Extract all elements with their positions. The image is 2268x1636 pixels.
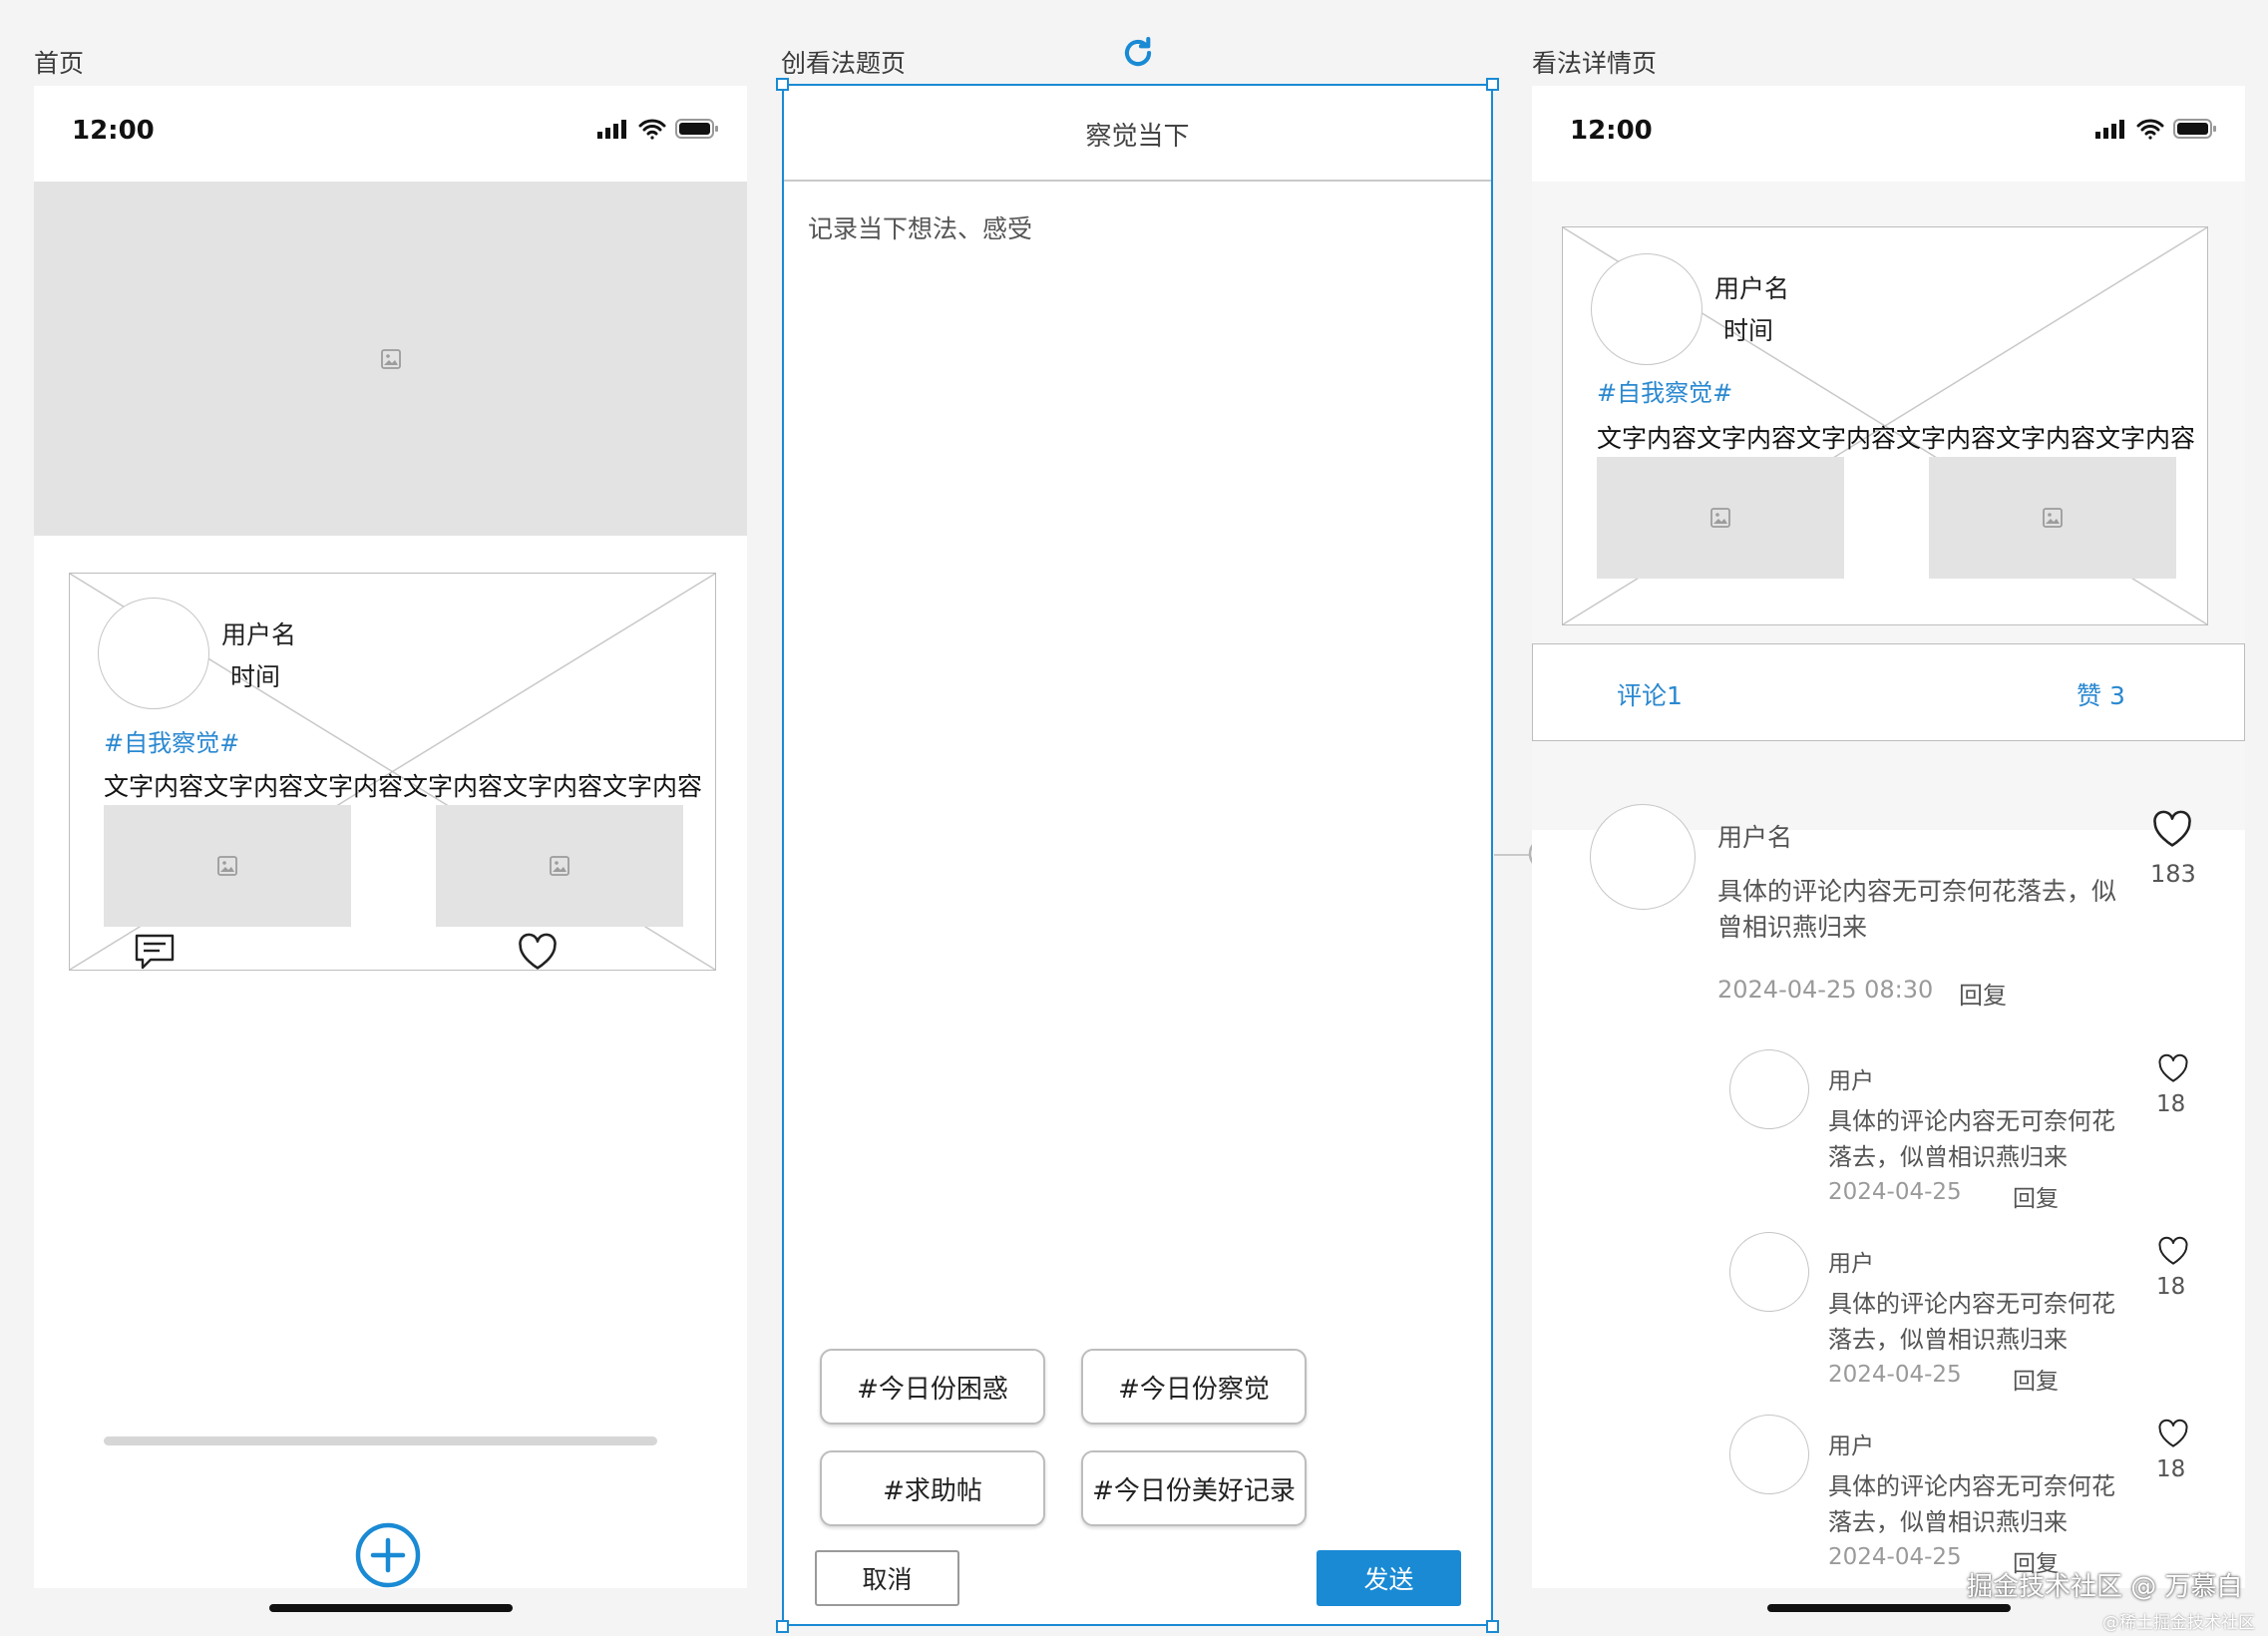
tag-chip-help[interactable]: #求助帖 (820, 1450, 1045, 1526)
frame-label-create: 创看法题页 (781, 49, 907, 78)
reply-avatar[interactable] (1729, 1415, 1809, 1494)
selection-handle[interactable] (1486, 1620, 1499, 1633)
reply-heart-icon[interactable] (2157, 1236, 2189, 1270)
reply-username: 用户 (1828, 1433, 1874, 1459)
cancel-button[interactable]: 取消 (815, 1550, 959, 1606)
reply-text-line-2: 落去，似曾相识燕归来 (1828, 1508, 2068, 1536)
post-time: 时间 (230, 662, 281, 691)
comment-reply-link[interactable]: 回复 (1959, 976, 2007, 1011)
refresh-icon[interactable] (1119, 34, 1157, 72)
detail-post-card: 用户名 时间 #自我察觉# 文字内容文字内容文字内容文字内容文字内容文字内容 (1562, 226, 2208, 625)
home-screen: 12:00 用户名 时间 #自我察觉# 文字内容文字内容文字内容文字内容文字内容… (34, 86, 747, 1630)
frame-label-detail: 看法详情页 (1532, 49, 1658, 78)
comment-text-line-2: 曾相识燕归来 (1717, 913, 1868, 942)
detail-screen: 12:00 用户名 时间 #自我察觉# 文字内容文字内容文字内容文字内容文字内容… (1532, 86, 2245, 1630)
comment-text-line-1: 具体的评论内容无可奈何花落去，似 (1717, 877, 2117, 906)
reply-heart-icon[interactable] (2157, 1419, 2189, 1452)
battery-icon (2173, 119, 2216, 139)
image-icon (1710, 508, 1730, 528)
tag-chip-confusion[interactable]: #今日份困惑 (820, 1349, 1045, 1425)
comment-like-tabs: 评论1 赞 3 (1532, 643, 2245, 741)
image-icon (380, 348, 401, 369)
comment-date: 2024-04-25 08:30 (1717, 976, 1934, 1004)
post-content: 文字内容文字内容文字内容文字内容文字内容文字内容 (1597, 424, 2196, 453)
post-image-1[interactable] (104, 805, 351, 927)
post-card[interactable]: 用户名 时间 #自我察觉# 文字内容文字内容文字内容文字内容文字内容文字内容 (69, 573, 716, 971)
image-icon (550, 856, 569, 876)
scroll-indicator[interactable] (104, 1436, 657, 1445)
comment-icon[interactable] (134, 933, 176, 975)
post-tag[interactable]: #自我察觉# (104, 723, 239, 758)
send-button[interactable]: 发送 (1317, 1550, 1461, 1606)
frame-label-home: 首页 (34, 49, 85, 78)
reply-text-line-2: 落去，似曾相识燕归来 (1828, 1143, 2068, 1171)
comment-heart-icon[interactable] (2151, 810, 2193, 852)
commenter-avatar[interactable] (1590, 804, 1696, 910)
watermark: 掘金技术社区 @ 万慕白 (1967, 1572, 2243, 1602)
signal-icon (597, 120, 626, 139)
signal-icon (2095, 120, 2124, 139)
like-heart-icon[interactable] (517, 933, 559, 975)
thought-input[interactable]: 记录当下想法、感受 (808, 209, 1032, 245)
home-indicator (1767, 1604, 2011, 1612)
post-image-2[interactable] (1929, 457, 2176, 579)
post-image-2[interactable] (436, 805, 683, 927)
reply-like-count: 18 (2156, 1456, 2186, 1482)
banner-image-placeholder (34, 182, 747, 536)
reply-text-line-1: 具体的评论内容无可奈何花 (1828, 1290, 2115, 1318)
reply-text-line-2: 落去，似曾相识燕归来 (1828, 1326, 2068, 1354)
reply-date: 2024-04-25 (1828, 1362, 1962, 1388)
watermark-small: @稀土掘金技术社区 (2102, 1613, 2255, 1633)
create-title: 察觉当下 (1085, 122, 1190, 152)
tag-chip-good-record[interactable]: #今日份美好记录 (1081, 1450, 1307, 1526)
wifi-icon (2136, 119, 2164, 140)
status-time: 12:00 (72, 116, 155, 146)
reply-avatar[interactable] (1729, 1232, 1809, 1312)
flow-connector (1494, 854, 1530, 856)
reply-avatar[interactable] (1729, 1049, 1809, 1129)
header-divider (784, 180, 1491, 182)
image-icon (217, 856, 237, 876)
reply-date: 2024-04-25 (1828, 1544, 1962, 1570)
reply-username: 用户 (1828, 1251, 1874, 1277)
tab-comments[interactable]: 评论1 (1617, 676, 1683, 712)
comment-username: 用户名 (1717, 823, 1793, 852)
reply-reply-link[interactable]: 回复 (2013, 1362, 2059, 1396)
avatar[interactable] (98, 598, 209, 709)
battery-icon (675, 119, 718, 139)
reply-heart-icon[interactable] (2157, 1053, 2189, 1087)
comment-like-count: 183 (2150, 860, 2196, 888)
reply-text-line-1: 具体的评论内容无可奈何花 (1828, 1107, 2115, 1135)
post-username: 用户名 (1714, 274, 1790, 303)
reply-reply-link[interactable]: 回复 (2013, 1179, 2059, 1213)
reply-text-line-1: 具体的评论内容无可奈何花 (1828, 1472, 2115, 1500)
selection-handle[interactable] (776, 78, 789, 91)
selection-handle[interactable] (776, 1620, 789, 1633)
image-icon (2043, 508, 2063, 528)
create-screen: 察觉当下 记录当下想法、感受 #今日份困惑 #今日份察觉 #求助帖 #今日份美好… (782, 84, 1493, 1626)
post-tag[interactable]: #自我察觉# (1597, 373, 1732, 408)
tag-chip-awareness[interactable]: #今日份察觉 (1081, 1349, 1307, 1425)
tab-likes[interactable]: 赞 3 (2077, 676, 2125, 712)
reply-like-count: 18 (2156, 1274, 2186, 1300)
selection-handle[interactable] (1486, 78, 1499, 91)
reply-like-count: 18 (2156, 1091, 2186, 1117)
status-time: 12:00 (1570, 116, 1653, 146)
avatar[interactable] (1591, 253, 1702, 365)
reply-date: 2024-04-25 (1828, 1179, 1962, 1205)
add-post-icon[interactable] (355, 1522, 421, 1588)
status-icons (597, 118, 719, 140)
status-icons (2095, 118, 2217, 140)
post-image-1[interactable] (1597, 457, 1844, 579)
wifi-icon (638, 119, 666, 140)
post-username: 用户名 (221, 620, 297, 649)
home-indicator (269, 1604, 513, 1612)
post-content: 文字内容文字内容文字内容文字内容文字内容文字内容 (104, 772, 703, 801)
reply-username: 用户 (1828, 1068, 1874, 1094)
post-time: 时间 (1723, 316, 1774, 345)
